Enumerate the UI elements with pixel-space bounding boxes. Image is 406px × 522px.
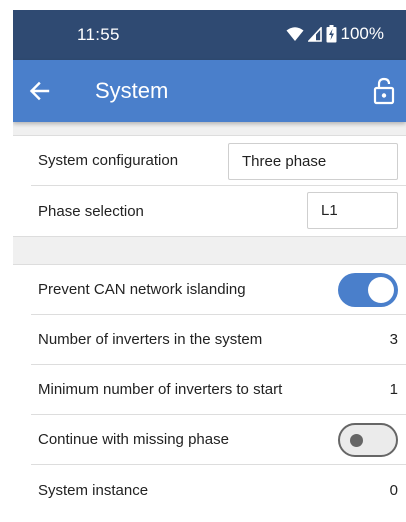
phase-selection-select[interactable]: L1 bbox=[307, 192, 398, 229]
min-inverters-to-start-value[interactable]: 1 bbox=[390, 381, 398, 398]
setting-system-instance: System instance 0 bbox=[31, 465, 406, 515]
settings-list: System configuration Three phase Phase s… bbox=[13, 122, 406, 522]
page-title: System bbox=[95, 78, 169, 103]
section-divider bbox=[13, 122, 406, 136]
battery-percent: 100% bbox=[340, 24, 384, 43]
status-icons: 100% bbox=[286, 24, 384, 44]
continue-missing-phase-label: Continue with missing phase bbox=[38, 431, 229, 448]
system-configuration-select[interactable]: Three phase bbox=[228, 143, 398, 180]
continue-missing-phase-toggle[interactable] bbox=[338, 423, 398, 457]
min-inverters-to-start-label: Minimum number of inverters to start bbox=[38, 381, 283, 398]
app-bar: System bbox=[13, 60, 406, 122]
section-divider bbox=[13, 236, 406, 265]
setting-system-configuration: System configuration Three phase bbox=[31, 136, 406, 186]
phone-screen: 11:55 100% System System configuration T… bbox=[13, 10, 406, 522]
number-of-inverters-label: Number of inverters in the system bbox=[38, 331, 263, 348]
prevent-can-islanding-label: Prevent CAN network islanding bbox=[38, 281, 246, 298]
prevent-can-islanding-toggle[interactable] bbox=[338, 273, 398, 307]
number-of-inverters-value[interactable]: 3 bbox=[390, 331, 398, 348]
toggle-knob bbox=[350, 434, 363, 447]
phase-selection-label: Phase selection bbox=[38, 202, 144, 220]
battery-icon bbox=[326, 25, 337, 43]
status-time: 11:55 bbox=[77, 25, 120, 44]
wifi-icon bbox=[286, 27, 304, 41]
system-instance-label: System instance bbox=[38, 481, 149, 499]
setting-continue-missing-phase: Continue with missing phase bbox=[31, 415, 406, 465]
lock-open-icon[interactable] bbox=[372, 77, 396, 105]
setting-min-inverters-to-start: Minimum number of inverters to start 1 bbox=[31, 365, 406, 415]
system-instance-value[interactable]: 0 bbox=[390, 482, 398, 499]
setting-phase-selection: Phase selection L1 bbox=[31, 186, 406, 236]
setting-prevent-can-islanding: Prevent CAN network islanding bbox=[31, 265, 406, 315]
arrow-left-icon[interactable] bbox=[27, 78, 53, 104]
system-configuration-label: System configuration bbox=[38, 152, 179, 169]
status-bar: 11:55 100% bbox=[13, 10, 406, 60]
toggle-knob bbox=[368, 277, 394, 303]
cellular-signal-icon bbox=[307, 26, 322, 42]
setting-number-of-inverters: Number of inverters in the system 3 bbox=[31, 315, 406, 365]
